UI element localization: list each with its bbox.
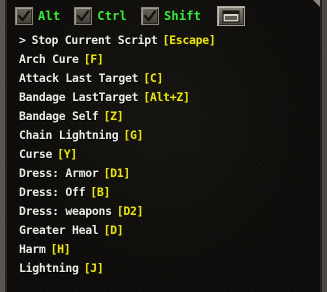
ctrl-option[interactable]: Ctrl — [74, 7, 127, 25]
list-item[interactable]: > Stop Current Script [Escape] — [19, 31, 316, 50]
item-name: Harm — [19, 242, 46, 256]
item-hotkey: [Alt+Z] — [143, 90, 190, 104]
checkmark-icon — [77, 10, 90, 22]
item-name: Curse — [19, 147, 53, 161]
item-hotkey: [B] — [90, 185, 111, 199]
list-item[interactable]: Curse [Y] — [19, 145, 316, 164]
item-name: Greater Heal — [19, 223, 99, 237]
item-hotkey: [G] — [123, 128, 144, 142]
item-hotkey: [D] — [103, 223, 124, 237]
item-name: Dress: Armor — [19, 166, 99, 180]
shift-label: Shift — [163, 9, 202, 23]
item-name: Stop Current Script — [31, 33, 158, 47]
alt-checkbox[interactable] — [15, 7, 33, 25]
list-item[interactable]: Dress: Off [B] — [19, 183, 316, 202]
item-name: Lightning — [19, 261, 79, 275]
item-hotkey: [D2] — [116, 204, 144, 218]
ctrl-checkbox[interactable] — [74, 7, 93, 25]
list-item[interactable]: Bandage Self [Z] — [19, 107, 316, 126]
alt-option[interactable]: Alt — [15, 7, 60, 25]
item-hotkey: [C] — [143, 71, 164, 85]
list-item[interactable]: Dress: weapons [D2] — [19, 202, 316, 221]
ctrl-label: Ctrl — [97, 9, 127, 23]
shift-option[interactable]: Shift — [140, 7, 202, 25]
shift-checkbox[interactable] — [140, 7, 159, 25]
item-hotkey: [D1] — [103, 166, 130, 180]
item-name: Bandage LastTarget — [19, 90, 139, 104]
modifier-toolbar: Alt Ctrl Shift — [15, 3, 246, 29]
list-item[interactable]: Arch Cure [F] — [19, 50, 316, 69]
window-icon — [222, 9, 240, 23]
checkmark-icon — [143, 10, 157, 22]
corner-arrow-icon — [313, 0, 320, 7]
item-name: Chain Lightning — [19, 128, 119, 142]
current-marker: > — [19, 33, 26, 47]
item-hotkey: [J] — [83, 261, 104, 275]
item-hotkey: [Escape] — [162, 33, 216, 47]
window-button[interactable] — [217, 6, 246, 26]
item-hotkey: [Y] — [57, 147, 77, 161]
item-hotkey: [F] — [83, 52, 104, 66]
item-hotkey: [H] — [50, 242, 71, 256]
item-name: Arch Cure — [19, 52, 79, 66]
item-name: Dress: weapons — [19, 204, 112, 218]
list-item[interactable]: Lightning [J] — [19, 259, 316, 278]
alt-label: Alt — [38, 9, 61, 23]
item-name: Dress: Off — [19, 185, 86, 199]
list-item[interactable]: Greater Heal [D] — [19, 221, 316, 240]
list-item[interactable]: Attack Last Target [C] — [19, 69, 316, 88]
item-hotkey: [Z] — [103, 109, 124, 123]
list-item[interactable]: Harm [H] — [19, 240, 316, 259]
item-name: Bandage Self — [19, 109, 99, 123]
hotkey-panel: Alt Ctrl Shift > Stop Current Script [Es… — [0, 0, 327, 292]
checkmark-icon — [17, 10, 31, 22]
list-item[interactable]: Bandage LastTarget [Alt+Z] — [19, 88, 316, 107]
list-item[interactable]: Chain Lightning [G] — [19, 126, 316, 145]
list-item[interactable]: Dress: Armor [D1] — [19, 164, 316, 183]
item-name: Attack Last Target — [19, 71, 139, 85]
hotkey-list: > Stop Current Script [Escape] Arch Cure [F… — [19, 31, 316, 278]
